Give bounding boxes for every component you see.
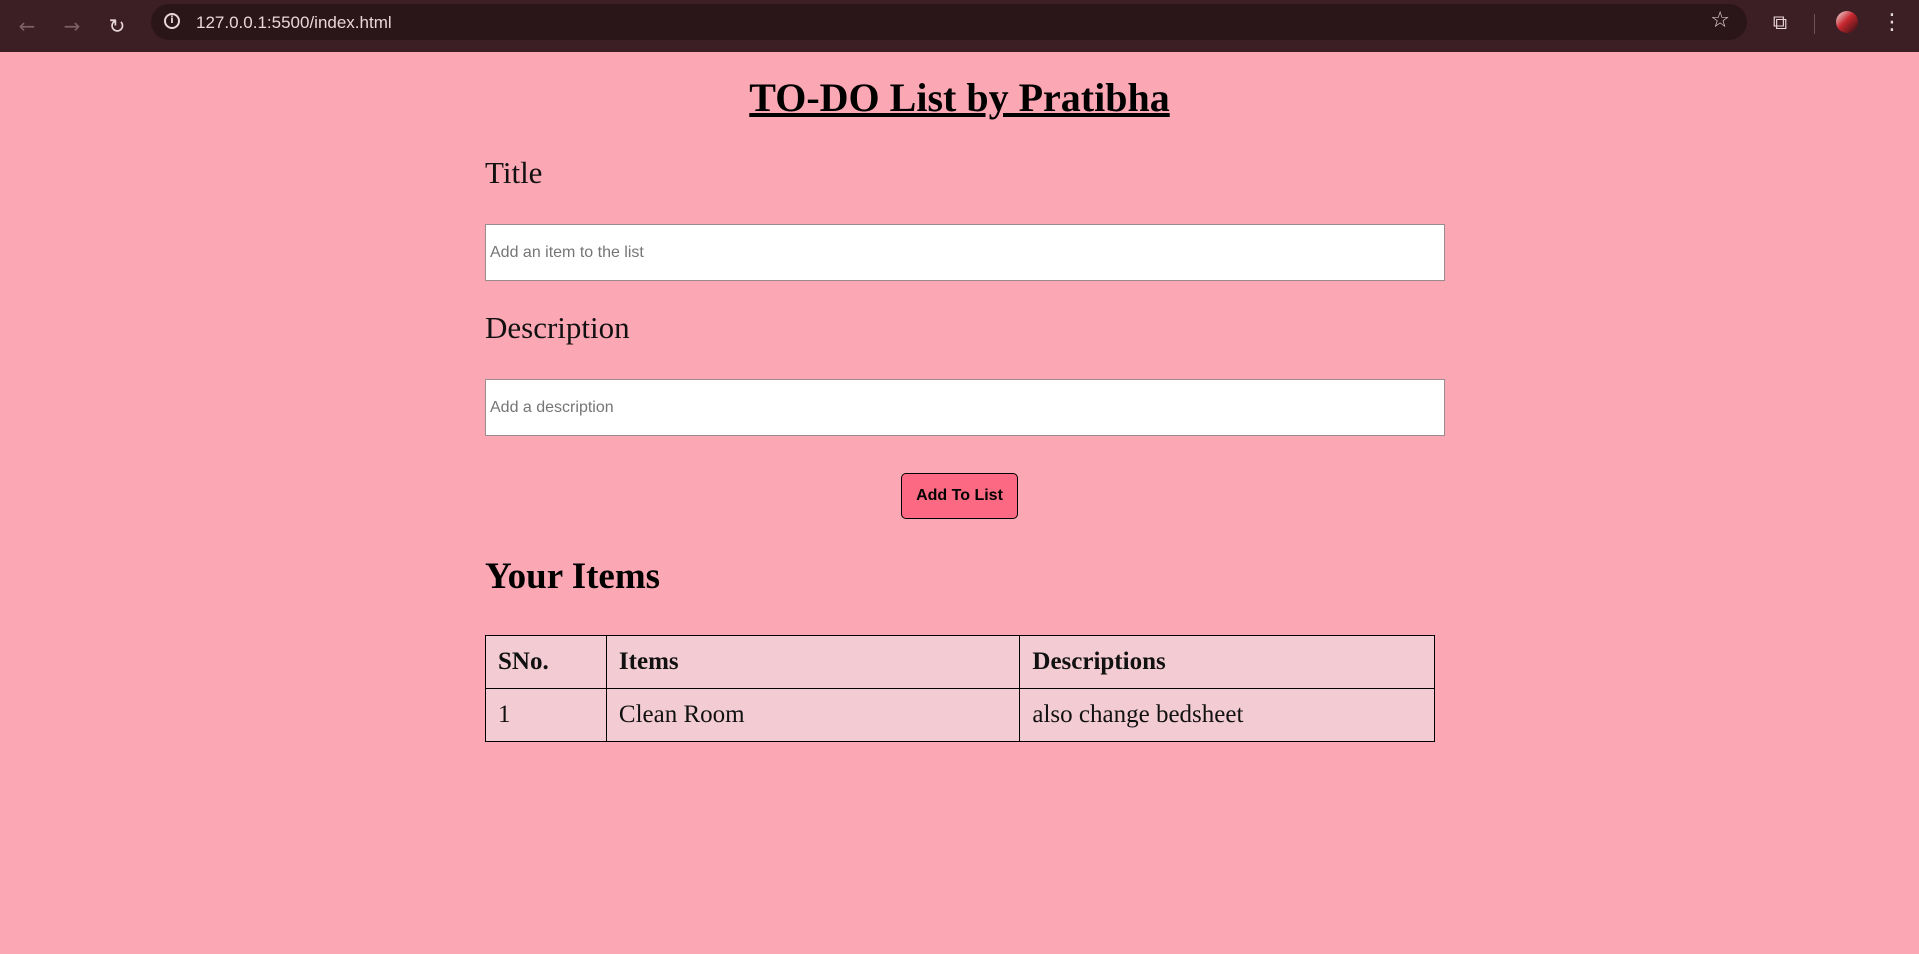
table-row: 1 Clean Room also change bedsheet bbox=[485, 688, 1435, 742]
your-items-heading: Your Items bbox=[485, 556, 661, 597]
browser-toolbar: ← → ↻ i 127.0.0.1:5500/index.html ☆ ⧉ ⋮ bbox=[0, 0, 1919, 52]
arrow-right-icon[interactable]: → bbox=[56, 10, 88, 42]
description-input[interactable] bbox=[485, 379, 1445, 436]
star-icon[interactable]: ☆ bbox=[1710, 8, 1730, 33]
title-label: Title bbox=[485, 155, 543, 190]
items-table: SNo. Items Descriptions 1 Clean Room als… bbox=[485, 635, 1435, 742]
info-icon[interactable]: i bbox=[164, 13, 180, 29]
table-header-row: SNo. Items Descriptions bbox=[485, 635, 1435, 689]
header-items: Items bbox=[605, 635, 1021, 689]
add-to-list-button[interactable]: Add To List bbox=[901, 473, 1018, 519]
url-text[interactable]: 127.0.0.1:5500/index.html bbox=[196, 13, 392, 33]
header-descriptions: Descriptions bbox=[1019, 635, 1435, 689]
cell-sno: 1 bbox=[485, 688, 607, 742]
avatar[interactable] bbox=[1836, 11, 1858, 33]
toolbar-divider bbox=[1814, 14, 1815, 34]
cell-description: also change bedsheet bbox=[1019, 688, 1435, 742]
kebab-menu-icon[interactable]: ⋮ bbox=[1881, 10, 1903, 35]
arrow-left-icon[interactable]: ← bbox=[11, 10, 43, 42]
description-label: Description bbox=[485, 310, 630, 345]
title-input[interactable] bbox=[485, 224, 1445, 281]
page-title: TO-DO List by Pratibha bbox=[749, 75, 1170, 120]
reload-icon[interactable]: ↻ bbox=[101, 10, 133, 42]
cell-item: Clean Room bbox=[605, 688, 1021, 742]
puzzle-icon[interactable]: ⧉ bbox=[1768, 10, 1792, 34]
address-bar[interactable]: i 127.0.0.1:5500/index.html ☆ bbox=[151, 4, 1747, 40]
header-sno: SNo. bbox=[485, 635, 607, 689]
